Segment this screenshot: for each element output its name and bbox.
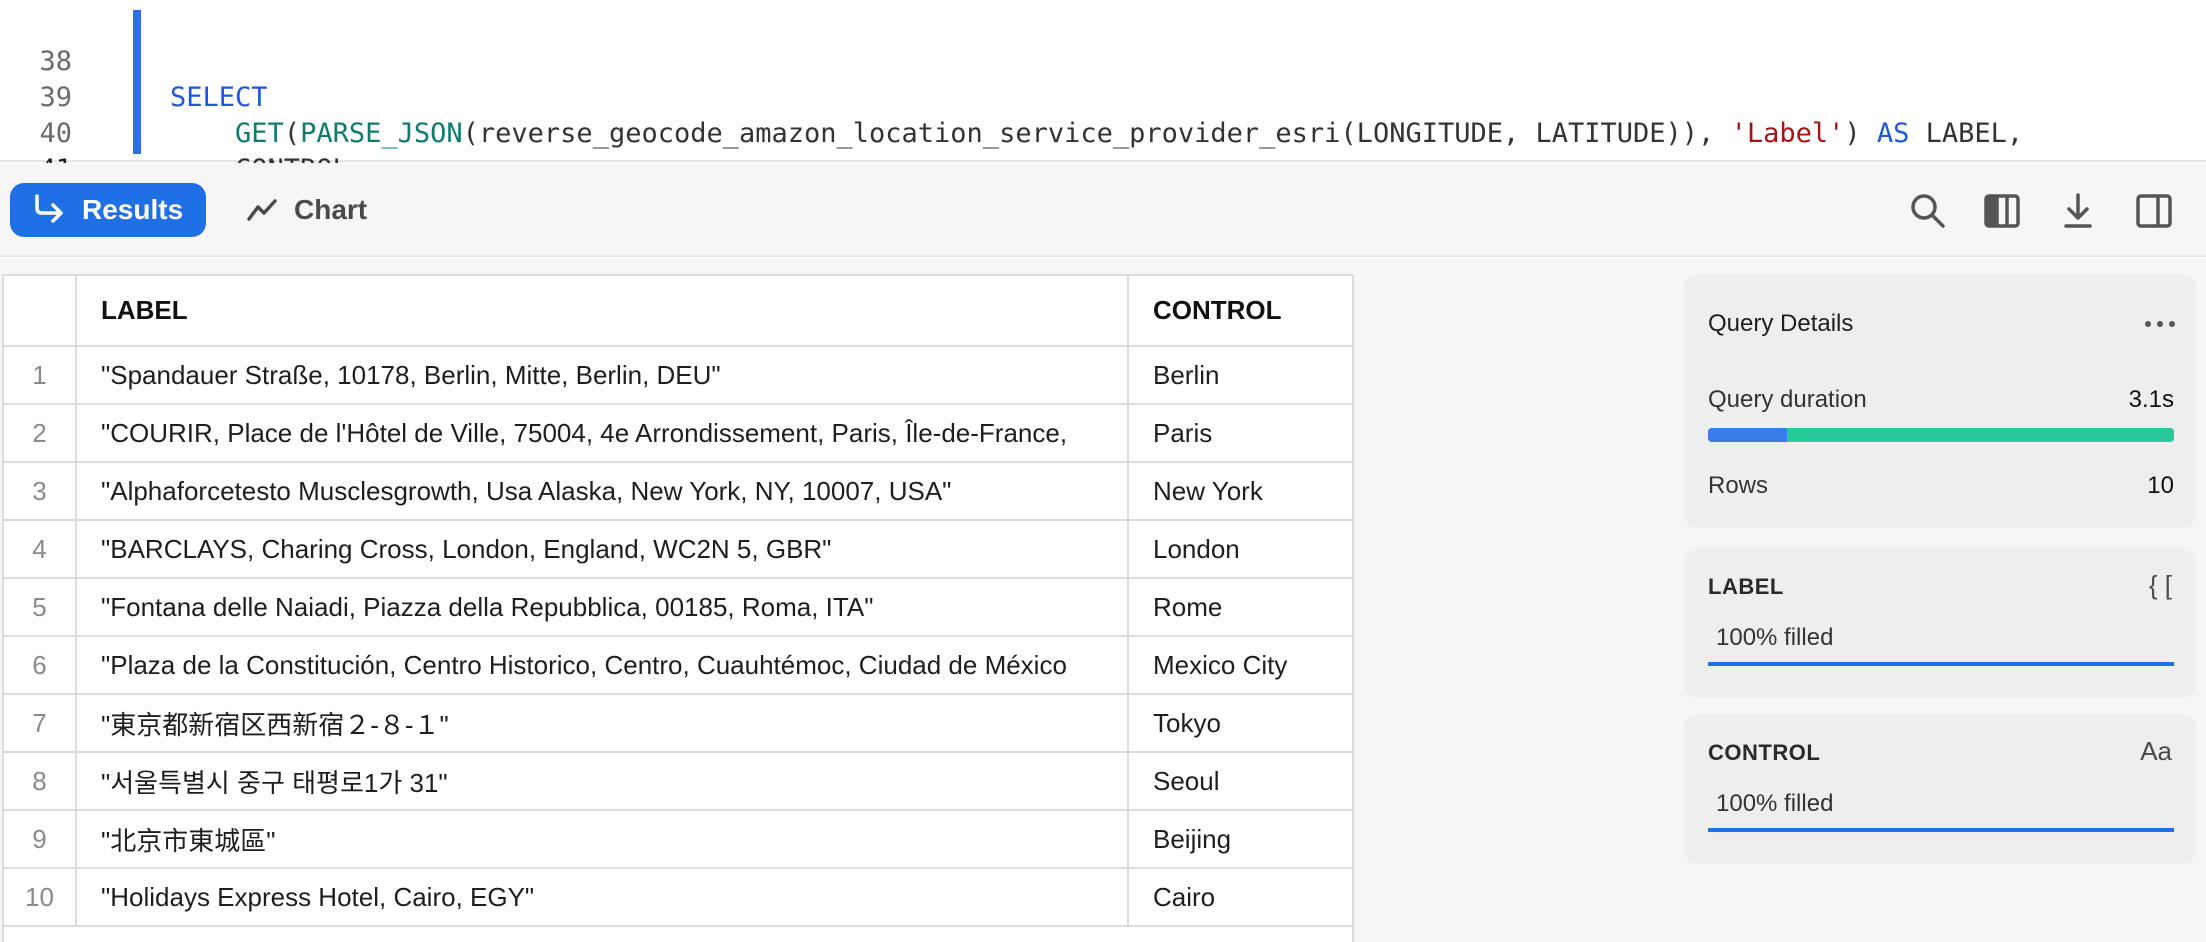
cell-label[interactable]: "北京市東城區" [76,810,1129,869]
tab-chart[interactable]: Chart [240,183,400,237]
tab-chart-label: Chart [294,194,368,225]
column-header-label[interactable]: LABEL [76,276,1129,347]
row-number: 8 [4,752,77,811]
line-chart-icon [247,199,277,221]
sql-editor[interactable]: 38 SELECT 39 GET(PARSE_JSON(reverse_geoc… [0,0,2206,221]
cell-control[interactable]: Berlin [1128,346,1352,405]
fill-rate-bar-fill [1708,828,2174,832]
fill-rate-text: 100% filled [1716,790,1834,817]
cell-control[interactable]: Paris [1128,404,1352,463]
cell-control[interactable]: Tokyo [1128,694,1352,753]
fill-rate-text: 100% filled [1716,624,1834,651]
row-number: 9 [4,810,77,869]
cell-control[interactable]: Cairo [1128,868,1352,927]
more-options-icon[interactable] [2144,320,2176,328]
cell-label[interactable]: "Plaza de la Constitución, Centro Histor… [76,636,1129,695]
column-profile-label[interactable]: LABEL { [ 100% filled [1684,548,2196,698]
table-header-row: LABEL CONTROL [4,276,1352,347]
columns-icon[interactable] [1982,191,2022,231]
download-icon[interactable] [2058,191,2098,231]
row-number-header [4,276,77,347]
results-table: LABEL CONTROL 1 "Spandauer Straße, 10178,… [4,276,1352,927]
variant-type-icon: { [ [2148,570,2172,600]
text-type-icon: Aa [2140,736,2172,766]
cell-label[interactable]: "BARCLAYS, Charing Cross, London, Englan… [76,520,1129,579]
fill-rate-bar [1708,662,2174,666]
cell-label[interactable]: "Holidays Express Hotel, Cairo, EGY" [76,868,1129,927]
code-line[interactable]: 41 FROM ALS_TEST.COORDINATES; [0,116,2206,221]
cell-control[interactable]: Rome [1128,578,1352,637]
row-number: 10 [4,868,77,927]
fill-rate-bar-fill [1708,662,2174,666]
table-row[interactable]: 5 "Fontana delle Naiadi, Piazza della Rep… [4,578,1352,637]
search-icon[interactable] [1908,191,1948,231]
fill-rate-bar [1708,828,2174,832]
duration-segment-compile [1708,428,1787,442]
query-duration-value: 3.1s [2128,386,2174,413]
row-number: 2 [4,404,77,463]
column-profile-name: CONTROL [1708,740,1821,765]
query-duration-label: Query duration [1708,386,1867,413]
cell-control[interactable]: New York [1128,462,1352,521]
cell-control[interactable]: Seoul [1128,752,1352,811]
table-row[interactable]: 7 "東京都新宿区西新宿２-８-１" Tokyo [4,694,1352,753]
rows-value: 10 [2147,472,2174,499]
cell-control[interactable]: Beijing [1128,810,1352,869]
table-row[interactable]: 4 "BARCLAYS, Charing Cross, London, Engla… [4,520,1352,579]
cell-control[interactable]: London [1128,520,1352,579]
cell-label[interactable]: "東京都新宿区西新宿２-８-１" [76,694,1129,753]
cell-label[interactable]: "Fontana delle Naiadi, Piazza della Repu… [76,578,1129,637]
split-panel-icon[interactable] [2134,191,2174,231]
cell-label[interactable]: "Alphaforcetesto Musclesgrowth, Usa Alas… [76,462,1129,521]
query-details-card: Query Details Query duration 3.1s Rows 1… [1684,274,2196,528]
cell-control[interactable]: Mexico City [1128,636,1352,695]
column-profile-name: LABEL [1708,574,1784,599]
table-row[interactable]: 10 "Holidays Express Hotel, Cairo, EGY" Ca… [4,868,1352,927]
cell-label[interactable]: "Spandauer Straße, 10178, Berlin, Mitte,… [76,346,1129,405]
code-line[interactable]: 40 CONTROL [0,80,2206,185]
row-number: 1 [4,346,77,405]
table-row[interactable]: 8 "서울특별시 중구 태평로1가 31" Seoul [4,752,1352,811]
duration-segment-execute [1787,428,2174,442]
results-grid[interactable]: LABEL CONTROL 1 "Spandauer Straße, 10178,… [2,274,1354,942]
cell-label[interactable]: "COURIR, Place de l'Hôtel de Ville, 7500… [76,404,1129,463]
return-arrow-icon [35,194,63,223]
table-row[interactable]: 1 "Spandauer Straße, 10178, Berlin, Mitte… [4,346,1352,405]
row-number: 7 [4,694,77,753]
table-row[interactable]: 6 "Plaza de la Constitución, Centro Histo… [4,636,1352,695]
results-area: LABEL CONTROL 1 "Spandauer Straße, 10178,… [0,258,2206,942]
table-row[interactable]: 3 "Alphaforcetesto Musclesgrowth, Usa Ala… [4,462,1352,521]
results-toolbar: Results Chart [0,163,2206,257]
table-body: 1 "Spandauer Straße, 10178, Berlin, Mitte… [4,346,1352,927]
column-header-control[interactable]: CONTROL [1128,276,1352,347]
tab-results[interactable]: Results [10,183,206,237]
row-number: 5 [4,578,77,637]
cell-label[interactable]: "서울특별시 중구 태평로1가 31" [76,752,1129,811]
query-duration-bar [1708,428,2174,442]
code-line[interactable]: 38 SELECT [0,8,2206,113]
table-row[interactable]: 9 "北京市東城區" Beijing [4,810,1352,869]
column-profile-control[interactable]: CONTROL Aa 100% filled [1684,714,2196,864]
row-number: 6 [4,636,77,695]
rows-label: Rows [1708,472,1769,499]
row-number: 4 [4,520,77,579]
query-details-title: Query Details [1708,310,1854,337]
table-row[interactable]: 2 "COURIR, Place de l'Hôtel de Ville, 750… [4,404,1352,463]
tab-results-label: Results [82,194,184,225]
code-line[interactable]: 39 GET(PARSE_JSON(reverse_geocode_amazon… [0,44,2206,149]
row-number: 3 [4,462,77,521]
